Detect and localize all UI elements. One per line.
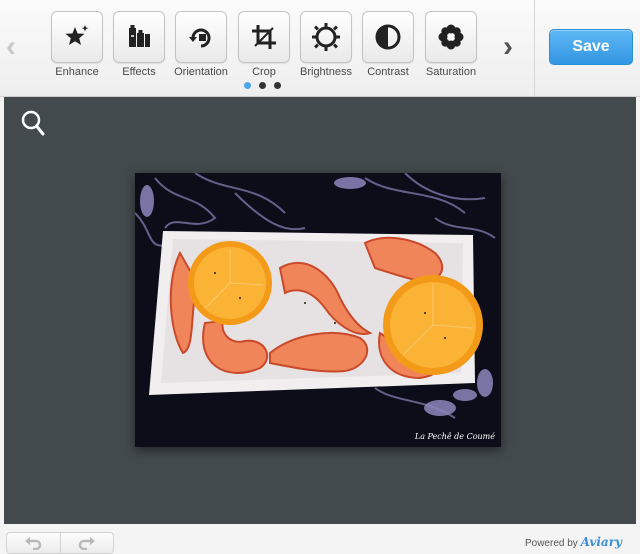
enhance-icon: [65, 25, 89, 45]
history-controls: [6, 532, 114, 554]
orientation-icon: [189, 28, 211, 48]
toolbar-divider: [534, 0, 535, 96]
photo-image: [135, 173, 501, 447]
contrast-icon: [375, 24, 401, 50]
tool-effects[interactable]: Effects: [109, 11, 169, 78]
tool-crop-button[interactable]: [238, 11, 290, 63]
tool-saturation[interactable]: Saturation: [421, 11, 481, 78]
magnifier-icon[interactable]: [19, 109, 47, 139]
powered-by-label: Powered by: [524, 538, 578, 549]
chevron-right-icon[interactable]: ›: [503, 32, 513, 62]
toolbar: ‹ Enhance Effects Orientation Crop Brigh…: [0, 0, 640, 97]
tool-contrast[interactable]: Contrast: [358, 11, 418, 78]
tool-label: Saturation: [425, 66, 477, 78]
tool-enhance[interactable]: Enhance: [47, 11, 107, 78]
tool-enhance-button[interactable]: [51, 11, 103, 63]
tool-brightness[interactable]: Brightness: [296, 11, 356, 78]
photo-watermark: La Pechê de Coumé: [414, 432, 495, 441]
redo-button[interactable]: [59, 533, 114, 553]
page-dot-active[interactable]: [244, 82, 251, 89]
effects-icon: [129, 25, 150, 47]
tool-crop[interactable]: Crop: [234, 11, 294, 78]
brightness-icon: [312, 23, 340, 51]
save-button[interactable]: Save: [549, 29, 633, 65]
edited-photo[interactable]: La Pechê de Coumé: [135, 173, 501, 447]
chevron-left-icon[interactable]: ‹: [6, 32, 16, 62]
editor-canvas[interactable]: La Pechê de Coumé: [4, 97, 636, 524]
tool-saturation-button[interactable]: [425, 11, 477, 63]
tool-brightness-button[interactable]: [300, 11, 352, 63]
powered-by: Powered by Aviary: [525, 535, 622, 549]
page-indicator: [244, 82, 281, 89]
undo-icon: [25, 537, 42, 550]
page-dot[interactable]: [274, 82, 281, 89]
aviary-logo[interactable]: Aviary: [581, 535, 622, 549]
undo-button[interactable]: [7, 533, 60, 553]
tool-effects-button[interactable]: [113, 11, 165, 63]
redo-icon: [78, 537, 95, 550]
tool-orientation-button[interactable]: [175, 11, 227, 63]
tool-orientation[interactable]: Orientation: [171, 11, 231, 78]
crop-icon: [252, 25, 276, 49]
footer: Powered by Aviary: [0, 528, 640, 554]
tool-contrast-button[interactable]: [362, 11, 414, 63]
page-dot[interactable]: [259, 82, 266, 89]
saturation-icon: [438, 24, 464, 50]
